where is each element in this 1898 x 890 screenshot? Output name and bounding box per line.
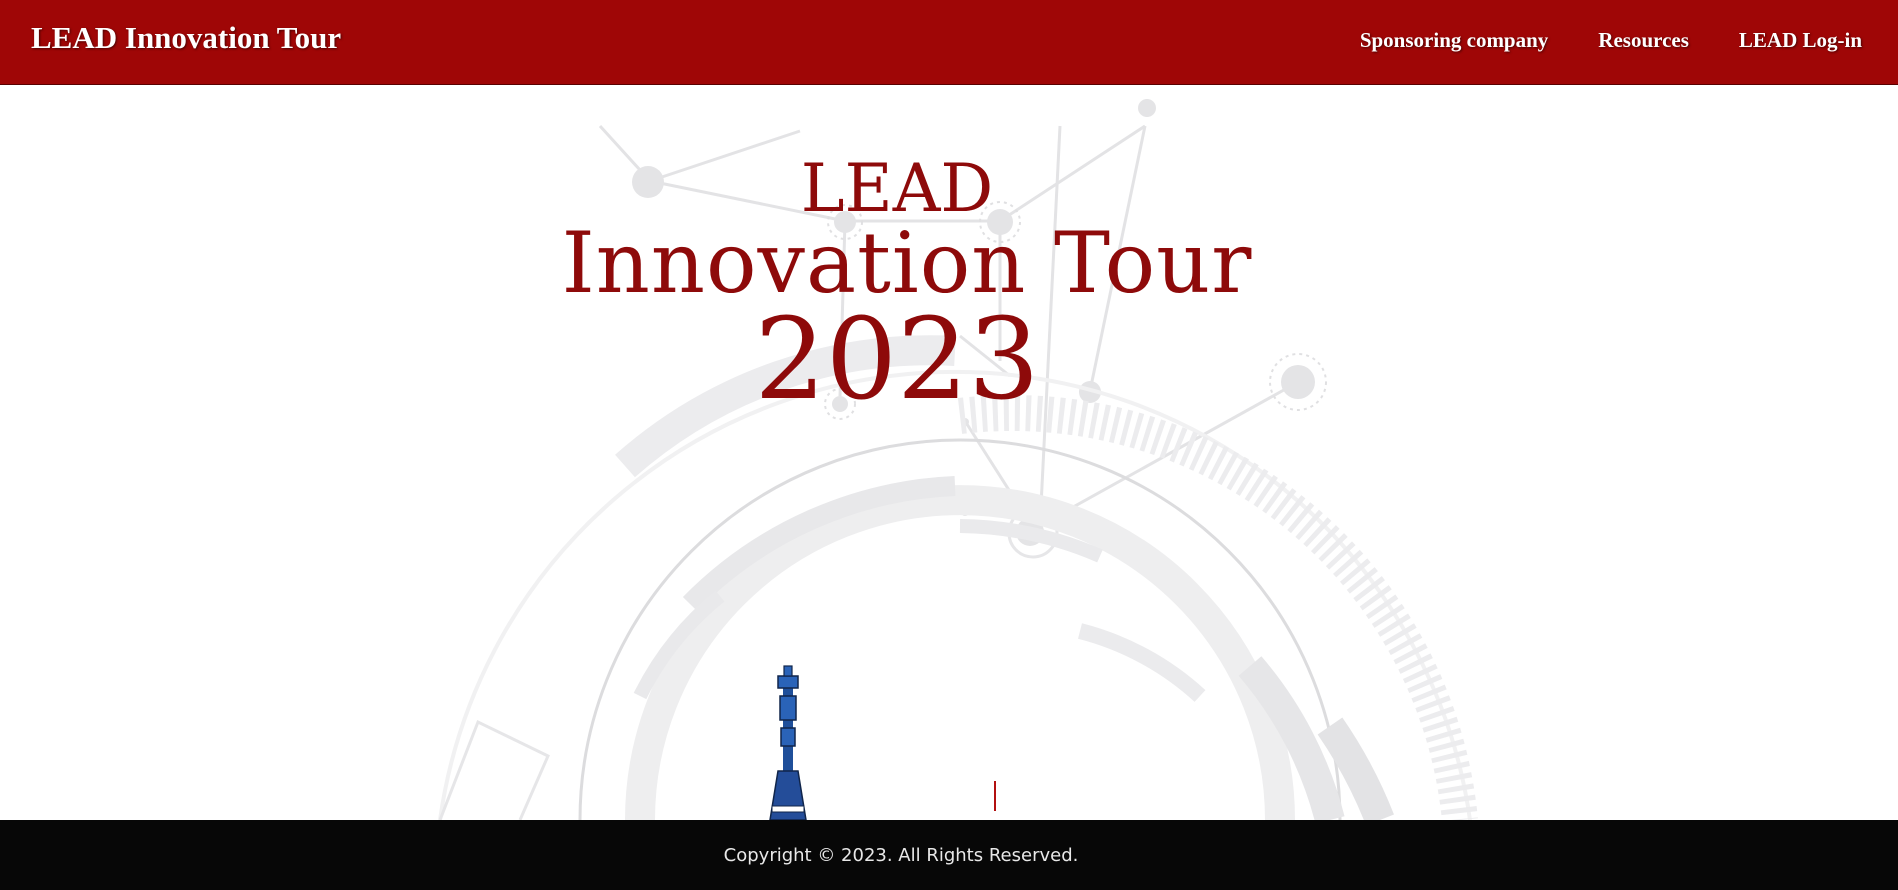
page-footer: Copyright © 2023. All Rights Reserved. [0, 820, 1898, 890]
nav-lead-login[interactable]: LEAD Log-in [1739, 28, 1862, 53]
hero-banner: LEAD Innovation Tour 2023 [0, 86, 1898, 820]
copyright-text: Copyright © 2023. All Rights Reserved. [723, 844, 1079, 866]
top-navigation-bar: LEAD Innovation Tour Sponsoring company … [0, 0, 1898, 85]
site-brand-link[interactable]: LEAD Innovation Tour [31, 20, 341, 56]
hero-title-lead: LEAD [800, 150, 994, 227]
main-nav: Sponsoring company Resources LEAD Log-in [1360, 28, 1862, 53]
nav-resources[interactable]: Resources [1598, 28, 1689, 53]
hero-title-innovation-tour: Innovation Tour [561, 214, 1253, 312]
nav-sponsoring-company[interactable]: Sponsoring company [1360, 28, 1548, 53]
tv-tower-icon [769, 665, 996, 820]
hero-title-year: 2023 [754, 295, 1040, 425]
